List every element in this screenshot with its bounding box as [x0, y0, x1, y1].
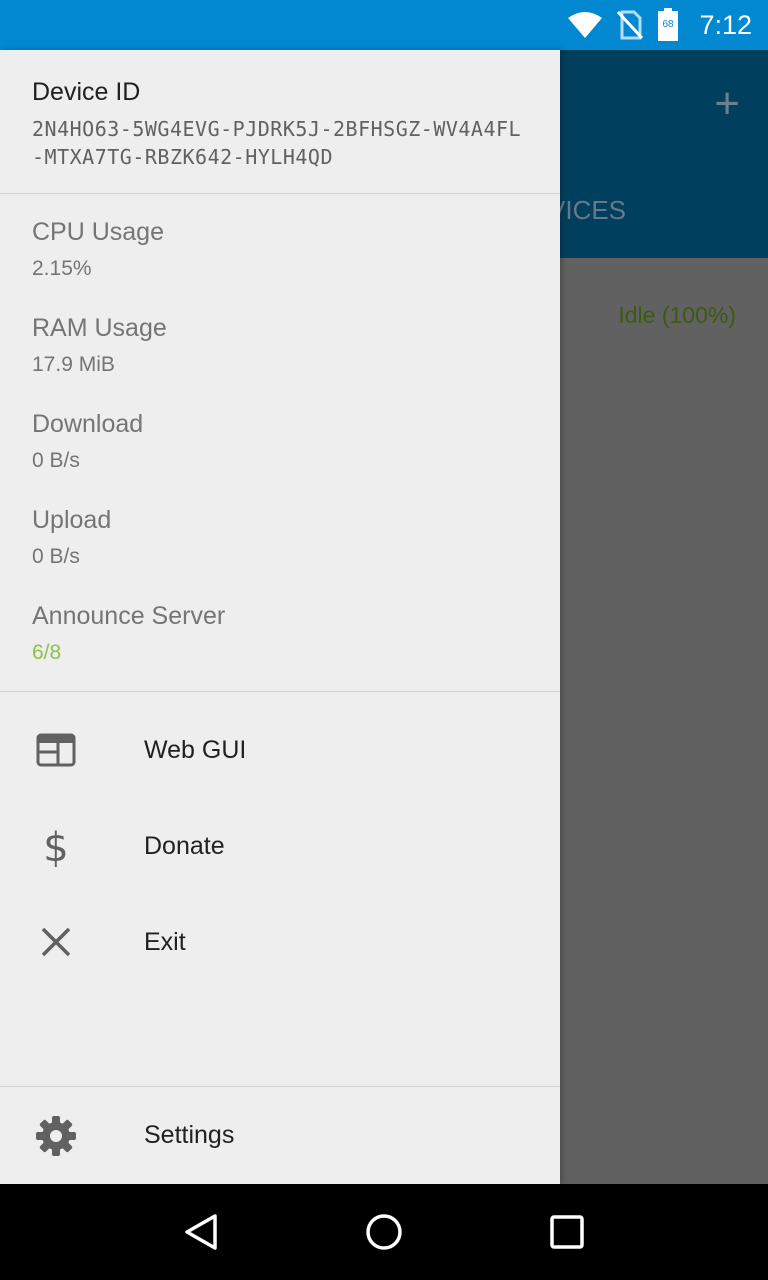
stats-list: CPU Usage 2.15% RAM Usage 17.9 MiB Downl…	[0, 194, 560, 691]
dollar-icon: $	[34, 824, 78, 868]
navigation-bar	[0, 1184, 768, 1280]
stat-value: 6/8	[32, 641, 62, 664]
menu-label: Exit	[144, 927, 186, 956]
stat-value: 2.15%	[32, 257, 92, 280]
device-id-section[interactable]: Device ID 2N4HO63-5WG4EVG-PJDRK5J-2BFHSG…	[0, 50, 560, 193]
device-id-value: 2N4HO63-5WG4EVG-PJDRK5J-2BFHSGZ-WV4A4FL-…	[32, 117, 522, 169]
drawer-menu: Web GUI $ Donate Exit	[0, 692, 560, 990]
menu-item-exit[interactable]: Exit	[0, 894, 560, 990]
folder-status: Idle (100%)	[618, 302, 736, 328]
close-icon	[34, 920, 78, 964]
stat-value: 0 B/s	[32, 545, 80, 568]
home-icon[interactable]	[354, 1202, 414, 1262]
gear-icon	[34, 1114, 78, 1158]
battery-icon: 68	[657, 8, 679, 42]
device-id-title: Device ID	[32, 78, 141, 106]
battery-level: 68	[663, 19, 675, 30]
menu-label: Donate	[144, 831, 225, 860]
svg-text:$: $	[43, 825, 68, 867]
stat-ram: RAM Usage 17.9 MiB	[0, 314, 560, 410]
add-icon[interactable]: +	[714, 82, 740, 126]
stat-label: Upload	[32, 506, 112, 534]
status-time: 7:12	[699, 9, 752, 40]
back-icon[interactable]	[171, 1202, 231, 1262]
no-sim-icon	[617, 10, 644, 40]
menu-label: Settings	[144, 1121, 235, 1149]
recents-icon[interactable]	[537, 1202, 597, 1262]
stat-label: Announce Server	[32, 602, 226, 630]
stat-upload: Upload 0 B/s	[0, 506, 560, 602]
stat-value: 17.9 MiB	[32, 353, 115, 376]
menu-item-web-gui[interactable]: Web GUI	[0, 702, 560, 798]
stat-label: RAM Usage	[32, 314, 167, 342]
menu-item-donate[interactable]: $ Donate	[0, 798, 560, 894]
stat-cpu: CPU Usage 2.15%	[0, 218, 560, 314]
stat-download: Download 0 B/s	[0, 410, 560, 506]
stat-label: Download	[32, 410, 144, 438]
wifi-icon	[567, 11, 603, 39]
navigation-drawer: Device ID 2N4HO63-5WG4EVG-PJDRK5J-2BFHSG…	[0, 50, 560, 1184]
screen: 68 7:12 + VICES Idle (100%) Device ID 2N…	[0, 0, 768, 1280]
web-icon	[34, 728, 78, 772]
status-bar: 68 7:12	[0, 0, 768, 50]
menu-item-settings[interactable]: Settings	[0, 1087, 560, 1184]
stat-label: CPU Usage	[32, 218, 164, 246]
menu-label: Web GUI	[144, 735, 247, 764]
stat-value: 0 B/s	[32, 449, 80, 472]
stat-announce-server[interactable]: Announce Server 6/8	[0, 602, 560, 698]
